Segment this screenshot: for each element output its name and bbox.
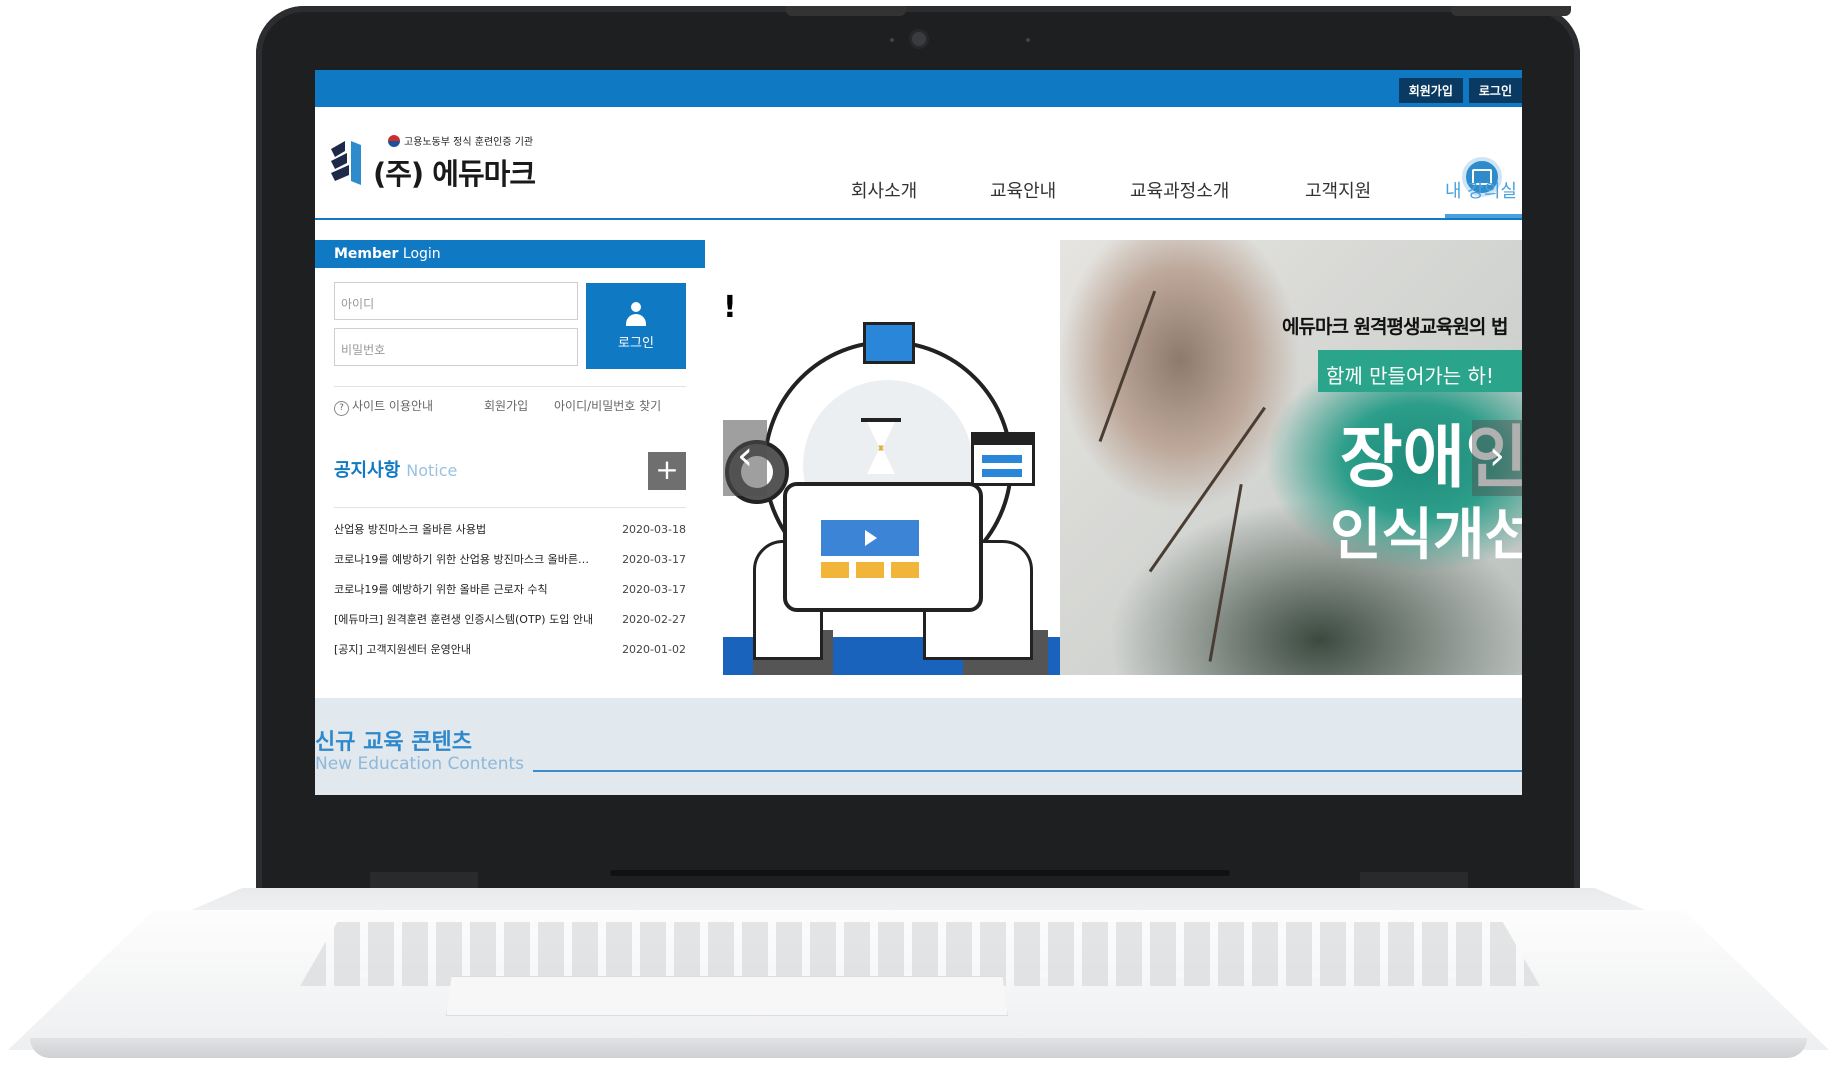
top-utility-bar: 회원가입 로그인 <box>315 70 1522 107</box>
list-item[interactable]: 코로나19를 예방하기 위한 산업용 방진마스크 올바른… 2020-03-17 <box>334 550 686 580</box>
list-item[interactable]: [공지] 고객지원센터 운영안내 2020-01-02 <box>334 640 686 670</box>
logo-subtitle-text: 고용노동부 정식 훈련인증 기관 <box>404 137 534 148</box>
notice-title-ko: 공지사항 <box>334 460 401 481</box>
banner-subline: 함께 만들어가는 하! <box>1326 364 1494 388</box>
user-icon <box>626 301 646 326</box>
play-icon <box>865 530 877 546</box>
sensor-dot <box>1026 38 1030 42</box>
login-title-bold: Member <box>334 246 399 262</box>
main-banner-slider[interactable]: ! ‹ 에듀마크 원격평생교육원의 법 함께 만들어가는 하! 장애인 인식개선… <box>723 240 1522 675</box>
banner-headline: 에듀마크 원격평생교육원의 법 <box>1282 316 1508 338</box>
base-edge <box>30 1038 1807 1058</box>
question-icon: ? <box>334 401 349 416</box>
site-header: 고용노동부 정식 훈련인증 기관 (주) 에듀마크 회사소개 교육안내 교육과정… <box>315 107 1522 220</box>
signup-link[interactable]: 회원가입 <box>1398 78 1463 103</box>
notice-list: 산업용 방진마스크 올바른 사용법 2020-03-18 코로나19를 예방하기 … <box>334 507 686 670</box>
logo-subtitle: 고용노동부 정식 훈련인증 기관 <box>388 133 533 148</box>
hourglass-icon <box>861 418 901 486</box>
image-icon <box>863 322 915 364</box>
content-bars <box>821 562 919 578</box>
login-title-rest: Login <box>402 246 441 262</box>
branch-decoration <box>1208 483 1243 662</box>
new-contents-title: 신규 교육 콘텐츠 <box>315 730 472 755</box>
logo-mark-icon <box>331 141 361 185</box>
elearning-illustration: ! <box>723 240 1060 675</box>
login-button-label: 로그인 <box>618 335 654 351</box>
branch-decoration <box>1098 290 1157 443</box>
login-link[interactable]: 로그인 <box>1468 78 1522 103</box>
notice-item-date: 2020-01-02 <box>622 643 686 656</box>
new-contents-section: 신규 교육 콘텐츠 New Education Contents <box>315 698 1522 795</box>
chevron-left-icon[interactable]: ‹ <box>723 420 767 496</box>
trackpad <box>446 976 1008 1016</box>
tablet-screen <box>817 500 927 590</box>
tablet-icon <box>783 482 983 612</box>
main-nav: 회사소개 교육안내 교육과정소개 고객지원 내 강의실 <box>815 167 1522 218</box>
banner-exclaim: ! <box>723 290 737 325</box>
member-login-box: Member Login 아이디 비밀번호 로그인 ? 사이트 이용안내 회원가입… <box>315 240 705 420</box>
id-input[interactable]: 아이디 <box>334 282 578 320</box>
notice-item-title: 산업용 방진마스크 올바른 사용법 <box>334 523 487 536</box>
notice-box: 공지사항 Notice + 산업용 방진마스크 올바른 사용법 2020-03-18… <box>315 438 705 675</box>
nav-item-company[interactable]: 회사소개 <box>851 177 917 203</box>
notice-item-date: 2020-03-18 <box>622 523 686 536</box>
notice-item-title: 코로나19를 예방하기 위한 산업용 방진마스크 올바른… <box>334 553 589 566</box>
notice-item-date: 2020-02-27 <box>622 613 686 626</box>
login-links: ? 사이트 이용안내 회원가입 아이디/비밀번호 찾기 <box>334 386 686 416</box>
nav-item-my-classroom[interactable]: 내 강의실 <box>1445 177 1517 203</box>
nav-item-education[interactable]: 교육안내 <box>990 177 1056 203</box>
login-button[interactable]: 로그인 <box>586 283 686 369</box>
lid-edge-right <box>1451 6 1571 16</box>
notice-item-date: 2020-03-17 <box>622 553 686 566</box>
nav-active-underline <box>1445 214 1522 218</box>
screen: 회원가입 로그인 고용노동부 정식 훈련인증 기관 (주) 에듀마크 회사소개 … <box>315 70 1522 795</box>
find-account-link[interactable]: 아이디/비밀번호 찾기 <box>554 397 661 416</box>
site-guide-label: 사이트 이용안내 <box>352 399 434 413</box>
branch-decoration <box>1148 406 1266 573</box>
nav-item-courses[interactable]: 교육과정소개 <box>1130 177 1229 203</box>
notice-title-en: Notice <box>406 461 458 480</box>
sensor-dot <box>890 38 894 42</box>
disability-awareness-banner: 에듀마크 원격평생교육원의 법 함께 만들어가는 하! 장애인 인식개선 › <box>1060 240 1522 675</box>
bezel-hinge-line <box>610 870 1230 876</box>
list-item[interactable]: [에듀마크] 원격훈련 훈련생 인증시스템(OTP) 도입 안내 2020-02-… <box>334 610 686 640</box>
plus-icon[interactable]: + <box>648 452 686 490</box>
logo-name: (주) 에듀마크 <box>373 157 536 191</box>
password-input[interactable]: 비밀번호 <box>334 328 578 366</box>
signup-link-2[interactable]: 회원가입 <box>484 397 554 416</box>
site-logo[interactable]: 고용노동부 정식 훈련인증 기관 (주) 에듀마크 <box>331 133 536 193</box>
notice-item-date: 2020-03-17 <box>622 583 686 596</box>
video-player <box>821 520 919 556</box>
list-item[interactable]: 산업용 방진마스크 올바른 사용법 2020-03-18 <box>334 520 686 550</box>
list-item[interactable]: 코로나19를 예방하기 위한 올바른 근로자 수칙 2020-03-17 <box>334 580 686 610</box>
section-divider <box>533 770 1522 772</box>
lid-edge-left <box>786 6 906 16</box>
login-title: Member Login <box>315 240 705 268</box>
banner-big-text-2: 인식개선 <box>1330 502 1522 568</box>
webcam-icon <box>912 32 926 46</box>
notice-item-title: [공지] 고객지원센터 운영안내 <box>334 643 472 656</box>
nav-item-support[interactable]: 고객지원 <box>1305 177 1371 203</box>
notice-item-title: [에듀마크] 원격훈련 훈련생 인증시스템(OTP) 도입 안내 <box>334 613 594 626</box>
chevron-right-icon[interactable]: › <box>1472 420 1522 496</box>
notice-title: 공지사항 Notice <box>334 456 457 482</box>
taegeuk-icon <box>388 134 400 147</box>
browser-window-icon <box>971 432 1035 486</box>
laptop-base <box>0 888 1837 1070</box>
site-guide-link[interactable]: ? 사이트 이용안내 <box>334 397 484 416</box>
notice-item-title: 코로나19를 예방하기 위한 올바른 근로자 수칙 <box>334 583 548 596</box>
top-links: 회원가입 로그인 <box>1398 78 1522 103</box>
new-contents-subtitle: New Education Contents <box>315 754 524 774</box>
